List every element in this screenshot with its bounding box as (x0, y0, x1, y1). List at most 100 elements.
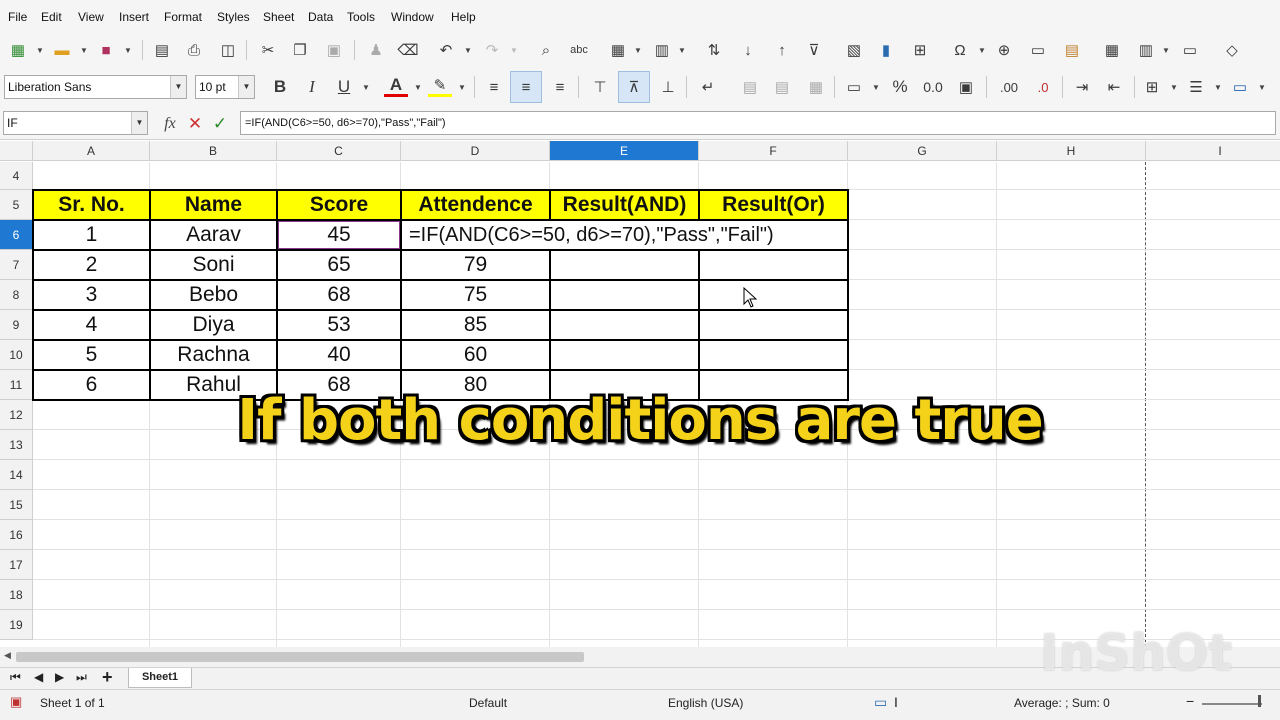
insert-image-icon[interactable]: ▧ (842, 38, 866, 62)
delete-decimal-button[interactable]: .0 (1028, 75, 1058, 99)
save-icon[interactable]: ■ (94, 38, 118, 62)
percent-format-button[interactable]: % (888, 75, 912, 99)
increase-indent-icon[interactable]: ⇥ (1070, 75, 1094, 99)
add-sheet-icon[interactable]: + (102, 667, 113, 688)
sheet-tab-sheet1[interactable]: Sheet1 (128, 668, 192, 688)
cut-icon[interactable]: ✂ (256, 38, 280, 62)
cancel-icon[interactable]: ✕ (183, 112, 207, 136)
sort-descending-icon[interactable]: ↑ (770, 38, 794, 62)
date-format-icon[interactable]: ▣ (954, 75, 978, 99)
autofilter-icon[interactable]: ⊽ (802, 38, 826, 62)
align-top-icon[interactable]: ⊤ (588, 75, 612, 99)
pivot-table-icon[interactable]: ⊞ (908, 38, 932, 62)
menu-format[interactable]: Format (164, 10, 202, 24)
menu-window[interactable]: Window (391, 10, 434, 24)
add-decimal-button[interactable]: .00 (994, 75, 1024, 99)
chevron-down-icon[interactable]: ▼ (510, 46, 518, 55)
borders-icon[interactable]: ⊞ (1140, 75, 1164, 99)
comment-icon[interactable]: ▭ (1026, 38, 1050, 62)
sort-ascending-icon[interactable]: ↓ (736, 38, 760, 62)
chevron-down-icon[interactable]: ▼ (458, 83, 466, 92)
menu-tools[interactable]: Tools (347, 10, 375, 24)
align-center-icon[interactable]: ≡ (510, 71, 542, 103)
status-page-style[interactable]: Default (469, 696, 507, 710)
column-icon[interactable]: ▥ (650, 38, 674, 62)
scrollbar-thumb[interactable] (16, 652, 584, 662)
header-footer-icon[interactable]: ▤ (1060, 38, 1084, 62)
open-folder-icon[interactable]: ▬ (50, 38, 74, 62)
chevron-down-icon[interactable]: ▼ (978, 46, 986, 55)
menu-file[interactable]: File (8, 10, 27, 24)
border-color-icon[interactable]: ▭ (1228, 75, 1252, 99)
function-wizard-button[interactable]: fx (158, 112, 182, 136)
chevron-down-icon[interactable]: ▼ (362, 83, 370, 92)
chevron-down-icon[interactable]: ▼ (464, 46, 472, 55)
chevron-down-icon[interactable]: ▼ (1258, 83, 1266, 92)
first-sheet-icon[interactable]: ⏮ (10, 670, 21, 685)
menu-data[interactable]: Data (308, 10, 333, 24)
menu-styles[interactable]: Styles (217, 10, 250, 24)
align-right-icon[interactable]: ≡ (548, 75, 572, 99)
wrap-text-icon[interactable]: ↵ (696, 75, 720, 99)
menu-view[interactable]: View (78, 10, 104, 24)
define-print-area-icon[interactable]: ▦ (1100, 38, 1124, 62)
chevron-down-icon[interactable]: ▼ (1162, 46, 1170, 55)
spellcheck-icon[interactable]: abc (564, 38, 594, 62)
chevron-down-icon[interactable]: ▼ (80, 46, 88, 55)
merge-center-icon[interactable]: ▤ (770, 75, 794, 99)
previous-sheet-icon[interactable]: ◀ (34, 670, 43, 684)
scroll-left-icon[interactable]: ◀ (4, 650, 11, 661)
chevron-down-icon[interactable]: ▼ (238, 76, 254, 98)
document-modified-icon[interactable]: ▣ (10, 694, 22, 710)
print-preview-icon[interactable]: ◫ (216, 38, 240, 62)
chevron-down-icon[interactable]: ▼ (414, 83, 422, 92)
copy-icon[interactable]: ❐ (288, 38, 312, 62)
export-pdf-icon[interactable]: ▤ (150, 38, 174, 62)
clear-formatting-icon[interactable]: ⌫ (396, 38, 420, 62)
next-sheet-icon[interactable]: ▶ (55, 670, 64, 684)
decrease-indent-icon[interactable]: ⇤ (1102, 75, 1126, 99)
center-vertically-icon[interactable]: ⊼ (618, 71, 650, 103)
menu-edit[interactable]: Edit (41, 10, 62, 24)
chevron-down-icon[interactable]: ▼ (678, 46, 686, 55)
print-icon[interactable]: ⎙ (182, 38, 206, 62)
underline-button[interactable]: U (332, 75, 356, 99)
hyperlink-icon[interactable]: ⊕ (992, 38, 1016, 62)
highlighting-color-icon[interactable]: ✎ (428, 75, 452, 97)
font-color-icon[interactable]: A (384, 75, 408, 97)
clone-formatting-icon[interactable]: ♟ (364, 38, 388, 62)
special-character-icon[interactable]: Ω (948, 38, 972, 62)
chevron-down-icon[interactable]: ▼ (131, 112, 147, 134)
new-document-icon[interactable]: ▦ (6, 38, 30, 62)
chevron-down-icon[interactable]: ▼ (634, 46, 642, 55)
border-style-icon[interactable]: ☰ (1184, 75, 1208, 99)
sort-icon[interactable]: ⇅ (702, 38, 726, 62)
selection-mode-icon[interactable]: ▭ (874, 694, 887, 711)
align-left-icon[interactable]: ≡ (482, 75, 506, 99)
chevron-down-icon[interactable]: ▼ (170, 76, 186, 98)
menu-sheet[interactable]: Sheet (263, 10, 294, 24)
zoom-slider-handle[interactable] (1258, 695, 1261, 707)
paste-icon[interactable]: ▣ (322, 38, 346, 62)
menu-help[interactable]: Help (451, 10, 476, 24)
row-icon[interactable]: ▦ (606, 38, 630, 62)
chevron-down-icon[interactable]: ▼ (872, 83, 880, 92)
chevron-down-icon[interactable]: ▼ (36, 46, 44, 55)
freeze-rows-icon[interactable]: ▥ (1134, 38, 1158, 62)
chevron-down-icon[interactable]: ▼ (1214, 83, 1222, 92)
menu-insert[interactable]: Insert (119, 10, 149, 24)
align-bottom-icon[interactable]: ⊥ (656, 75, 680, 99)
number-format-button[interactable]: 0.0 (918, 75, 948, 99)
merge-cells-icon[interactable]: ▤ (738, 75, 762, 99)
redo-icon[interactable]: ↷ (480, 38, 504, 62)
chevron-down-icon[interactable]: ▼ (124, 46, 132, 55)
font-size-combo[interactable]: 10 pt ▼ (195, 75, 255, 99)
unmerge-cells-icon[interactable]: ▦ (804, 75, 828, 99)
split-window-icon[interactable]: ▭ (1178, 38, 1202, 62)
font-name-combo[interactable]: Liberation Sans ▼ (4, 75, 187, 99)
accept-icon[interactable]: ✓ (208, 112, 232, 136)
name-box[interactable]: IF ▼ (3, 111, 148, 135)
italic-button[interactable]: I (300, 75, 324, 99)
zoom-out-icon[interactable]: − (1186, 693, 1194, 709)
bold-button[interactable]: B (268, 75, 292, 99)
